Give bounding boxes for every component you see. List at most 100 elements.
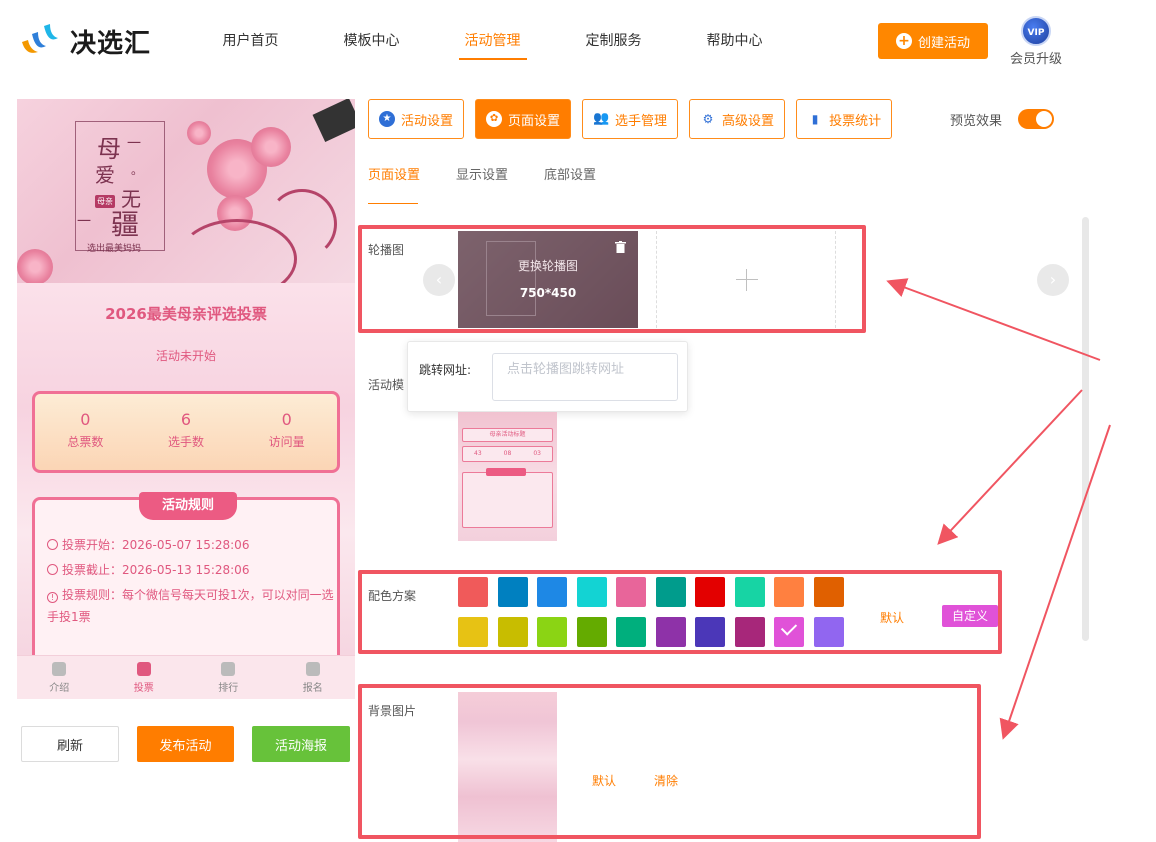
bar-chart-icon: ▮ — [811, 112, 819, 126]
tab-signup[interactable]: 报名 — [271, 656, 356, 699]
annotation-box-colors — [358, 570, 1002, 654]
rule-policy: ! 投票规则：每个微信号每天可投1次，可以对同一选手投1票 — [47, 584, 337, 628]
create-activity-label: 创建活动 — [917, 35, 970, 51]
rule-text: 投票规则：每个微信号每天可投1次，可以对同一选手投1票 — [47, 588, 334, 624]
subtab-page-settings[interactable]: 页面设置 — [368, 150, 420, 204]
jump-url-popover: 跳转网址: — [407, 341, 688, 412]
template-thumb-stats: 43 08 03 — [462, 446, 553, 462]
rule-start: 投票开始：2026-05-07 15:28:06 — [47, 534, 337, 556]
annotation-box-background — [358, 684, 981, 839]
subtab-display-settings[interactable]: 显示设置 — [456, 150, 508, 204]
stat-label: 总票数 — [67, 435, 104, 449]
carousel-next-button[interactable]: › — [1037, 264, 1069, 296]
top-header: 决选汇 用户首页 模板中心 活动管理 定制服务 帮助中心 + 创建活动 VIP … — [0, 0, 1156, 84]
users-icon: 👥 — [593, 111, 610, 126]
rules-card: 活动规则 投票开始：2026-05-07 15:28:06 投票截止：2026-… — [32, 492, 340, 667]
star-icon: ★ — [379, 111, 395, 127]
banner-char: 。 — [131, 163, 144, 177]
signup-icon — [305, 662, 320, 676]
scrollbar[interactable] — [1082, 217, 1089, 641]
tab-intro[interactable]: 介绍 — [17, 656, 102, 699]
preview-banner: 母 一 爱 。 无 一 疆 母亲 选出最美妈妈 — [17, 99, 355, 283]
subtab-footer-settings[interactable]: 底部设置 — [544, 150, 596, 204]
tab-label: 选手管理 — [615, 113, 668, 129]
jump-url-label: 跳转网址: — [419, 363, 472, 377]
vip-upgrade[interactable]: VIP 会员升级 — [1008, 16, 1064, 67]
activity-poster-button[interactable]: 活动海报 — [252, 726, 350, 762]
stat-value: 0 — [80, 410, 91, 429]
tab-contestant-management[interactable]: 👥 选手管理 — [582, 99, 679, 139]
nav-activity-management[interactable]: 活动管理 — [432, 0, 553, 84]
tab-vote[interactable]: 投票 — [102, 656, 187, 699]
banner-char: 一 — [77, 214, 91, 230]
tab-label: 页面设置 — [508, 113, 561, 129]
plus-circle-icon: + — [895, 33, 912, 49]
stats-card: 0 总票数 6 选手数 0 访问量 — [32, 391, 340, 473]
preview-effect-label: 预览效果 — [950, 114, 1003, 129]
nav-templates[interactable]: 模板中心 — [311, 0, 432, 84]
tab-vote-statistics[interactable]: ▮ 投票统计 — [796, 99, 893, 139]
template-thumb-title: 母亲活动标题 — [462, 428, 553, 442]
preview-body: 2026最美母亲评选投票 活动未开始 0 总票数 6 选手数 0 访问量 活动规… — [17, 283, 355, 699]
settings-tabs: ★ 活动设置 ✿ 页面设置 👥 选手管理 ⚙ 高级设置 ▮ 投票统计 — [368, 99, 903, 139]
tab-page-settings[interactable]: ✿ 页面设置 — [475, 99, 572, 139]
tab-label: 介绍 — [49, 683, 70, 694]
flower-decoration — [17, 249, 53, 283]
tab-advanced-settings[interactable]: ⚙ 高级设置 — [689, 99, 786, 139]
tab-label: 报名 — [302, 683, 323, 694]
banner-char: 一 — [127, 136, 141, 152]
nav-custom-service[interactable]: 定制服务 — [553, 0, 674, 84]
info-icon: ! — [47, 592, 58, 603]
vote-icon — [136, 662, 151, 676]
banner-subtitle: 选出最美妈妈 — [87, 244, 142, 254]
banner-seal: 母亲 — [95, 195, 115, 208]
intro-icon — [52, 662, 67, 676]
rule-end: 投票截止：2026-05-13 15:28:06 — [47, 559, 337, 581]
film-strip-decoration — [312, 99, 355, 143]
template-thumbnail[interactable]: 母亲活动标题 43 08 03 — [458, 412, 557, 541]
rule-text: 投票开始：2026-05-07 15:28:06 — [62, 538, 250, 552]
banner-char: 疆 — [111, 208, 140, 241]
tab-label: 高级设置 — [722, 113, 775, 129]
preview-effect-toggle[interactable] — [1018, 109, 1054, 129]
tab-activity-settings[interactable]: ★ 活动设置 — [368, 99, 465, 139]
advanced-icon: ⚙ — [702, 112, 714, 126]
tab-ranking[interactable]: 排行 — [186, 656, 271, 699]
main-nav: 用户首页 模板中心 活动管理 定制服务 帮助中心 — [190, 0, 795, 84]
template-thumb-stat: 08 — [503, 450, 512, 457]
annotation-arrow — [886, 278, 1101, 361]
rule-text: 投票截止：2026-05-13 15:28:06 — [62, 563, 250, 577]
jump-url-input[interactable] — [492, 353, 678, 401]
sub-tabs: 页面设置 显示设置 底部设置 — [368, 150, 632, 204]
flower-decoration — [187, 121, 211, 145]
banner-char: 爱 — [95, 163, 115, 187]
template-label: 活动模 — [368, 378, 405, 392]
publish-activity-button[interactable]: 发布活动 — [137, 726, 234, 762]
logo[interactable]: 决选汇 — [18, 22, 151, 60]
activity-title: 2026最美母亲评选投票 — [105, 305, 267, 323]
annotation-arrow — [937, 389, 1083, 545]
stat-contestants: 6 选手数 — [136, 394, 237, 470]
logo-mark-icon — [18, 22, 62, 60]
vip-badge-icon: VIP — [1021, 16, 1051, 46]
template-thumb-rules — [462, 472, 553, 528]
flower-decoration — [251, 127, 291, 167]
nav-help-center[interactable]: 帮助中心 — [674, 0, 795, 84]
stat-total-votes: 0 总票数 — [35, 394, 136, 470]
refresh-button[interactable]: 刷新 — [21, 726, 119, 762]
brand-name: 决选汇 — [70, 28, 152, 59]
stat-value: 6 — [180, 410, 192, 429]
annotation-arrow — [999, 424, 1111, 740]
clock-icon — [47, 564, 58, 575]
nav-home[interactable]: 用户首页 — [190, 0, 311, 84]
template-thumb-rules-title — [486, 468, 526, 476]
create-activity-button[interactable]: + 创建活动 — [878, 23, 988, 59]
activity-status: 活动未开始 — [155, 349, 216, 363]
stat-label: 选手数 — [168, 435, 205, 449]
ribbon-decoration — [267, 189, 337, 259]
template-thumb-stat: 03 — [533, 450, 541, 457]
tab-label: 投票 — [133, 683, 154, 694]
toggle-knob — [1036, 111, 1052, 127]
tab-label: 排行 — [218, 683, 239, 694]
clock-icon — [47, 539, 58, 550]
